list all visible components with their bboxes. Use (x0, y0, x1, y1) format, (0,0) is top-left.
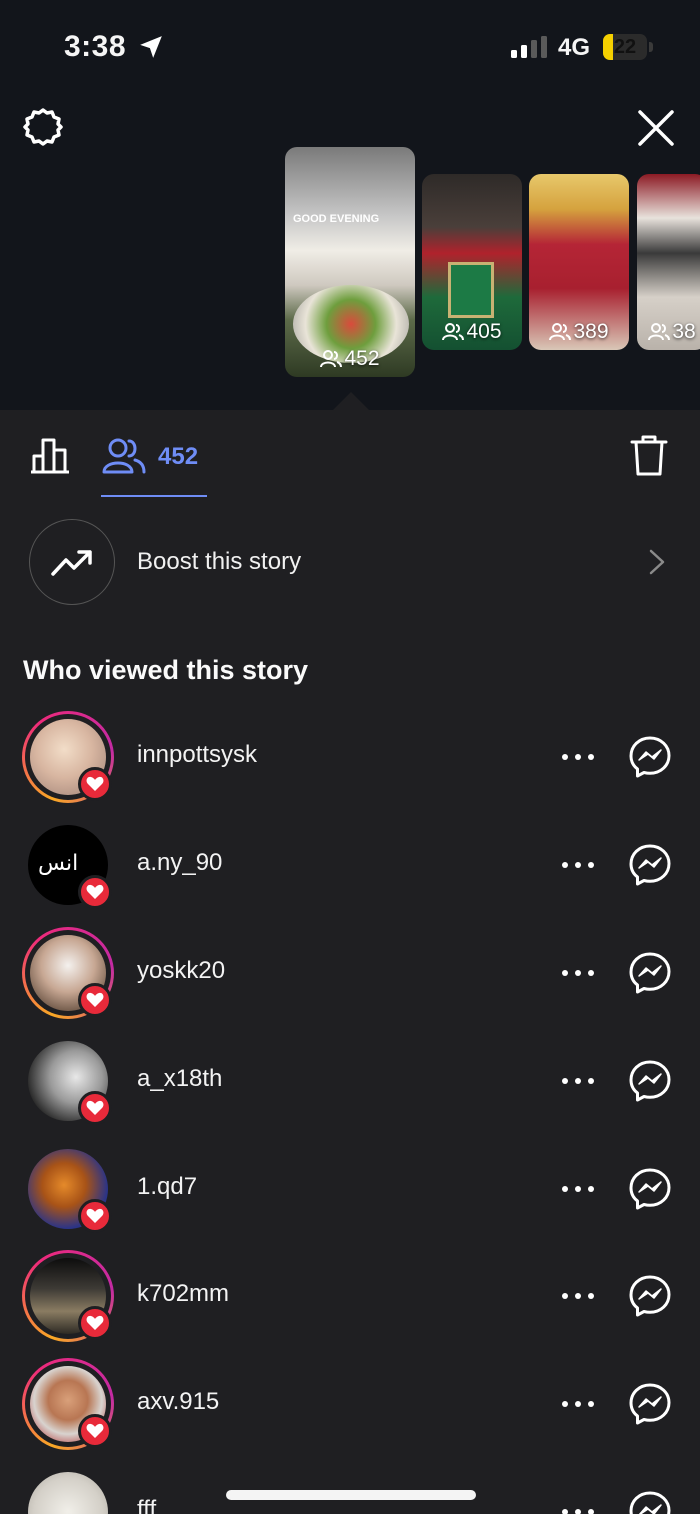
messenger-icon[interactable] (628, 1167, 672, 1211)
viewer-username: a_x18th (137, 1065, 223, 1092)
story-views-label: 452 (344, 347, 380, 370)
trash-icon[interactable] (630, 434, 668, 476)
story-views-label: 38 (672, 320, 696, 343)
close-icon[interactable] (636, 108, 676, 148)
story-thumbnail-selected[interactable]: GOOD EVENING 452 (285, 147, 415, 377)
heart-icon (86, 992, 104, 1007)
messenger-icon[interactable] (628, 1059, 672, 1103)
trending-up-icon (51, 550, 92, 576)
selected-story-pointer (333, 392, 369, 410)
like-heart-badge (78, 767, 112, 801)
active-tab-underline (101, 495, 207, 497)
story-header: 3:38 4G 22 GOOD EVENING 452 405 389 38 (0, 0, 700, 410)
story-views-label: 405 (466, 320, 502, 343)
story-image (448, 262, 494, 318)
viewer-row[interactable]: انس a.ny_90 (0, 819, 700, 915)
more-options-icon[interactable] (560, 1071, 596, 1091)
story-view-count: 452 (285, 347, 415, 371)
battery-percent: 22 (613, 36, 637, 58)
viewer-username: 1.qd7 (137, 1173, 198, 1200)
status-time: 3:38 (64, 30, 127, 63)
viewer-username: innpottsysk (137, 741, 258, 768)
messenger-icon[interactable] (628, 951, 672, 995)
viewer-username: axv.915 (137, 1388, 220, 1415)
viewer-row[interactable]: 1.qd7 (0, 1143, 700, 1239)
heart-icon (86, 1315, 104, 1330)
viewers-icon (102, 438, 146, 474)
settings-gear-icon[interactable] (22, 106, 64, 148)
heart-icon (86, 1423, 104, 1438)
like-heart-badge (78, 1199, 112, 1233)
boost-label: Boost this story (137, 548, 302, 575)
avatar-logo-text: انس (38, 851, 79, 876)
cellular-signal-icon (511, 36, 547, 58)
avatar[interactable] (22, 1143, 114, 1235)
home-indicator (226, 1490, 476, 1500)
story-view-count: 405 (422, 320, 522, 344)
like-heart-badge (78, 1091, 112, 1125)
story-thumbnail[interactable]: 38 (637, 174, 700, 350)
tab-viewers[interactable]: 452 (100, 436, 210, 496)
messenger-icon[interactable] (628, 735, 672, 779)
avatar[interactable] (22, 927, 114, 1019)
avatar[interactable] (22, 1358, 114, 1450)
boost-icon-circle (29, 519, 115, 605)
viewers-icon (648, 323, 671, 341)
avatar[interactable] (22, 1250, 114, 1342)
viewer-row[interactable]: a_x18th (0, 1035, 700, 1131)
avatar[interactable] (22, 1035, 114, 1127)
status-bar: 3:38 4G 22 (0, 0, 700, 95)
viewer-row[interactable]: innpottsysk (0, 711, 700, 807)
like-heart-badge (78, 1414, 112, 1448)
story-views-label: 389 (573, 320, 609, 343)
more-options-icon[interactable] (560, 963, 596, 983)
location-arrow-icon (140, 36, 162, 58)
heart-icon (86, 884, 104, 899)
battery-icon: 22 (603, 34, 653, 60)
heart-icon (86, 1208, 104, 1223)
more-options-icon[interactable] (560, 1286, 596, 1306)
viewers-icon (442, 323, 465, 341)
bar-chart-icon[interactable] (28, 434, 72, 474)
avatar[interactable]: انس (22, 819, 114, 911)
avatar[interactable] (22, 711, 114, 803)
viewer-username: yoskk20 (137, 957, 226, 984)
viewer-row[interactable]: k702mm (0, 1250, 700, 1346)
heart-icon (86, 1100, 104, 1115)
viewer-row[interactable]: axv.915 (0, 1358, 700, 1454)
more-options-icon[interactable] (560, 1179, 596, 1199)
story-caption: GOOD EVENING (293, 213, 380, 225)
like-heart-badge (78, 1306, 112, 1340)
story-view-count: 389 (529, 320, 629, 344)
viewer-username: k702mm (137, 1280, 230, 1307)
network-type: 4G (558, 34, 591, 61)
messenger-icon[interactable] (628, 843, 672, 887)
more-options-icon[interactable] (560, 855, 596, 875)
viewers-icon (320, 350, 343, 368)
more-options-icon[interactable] (560, 1394, 596, 1414)
heart-icon (86, 776, 104, 791)
like-heart-badge (78, 875, 112, 909)
section-title: Who viewed this story (23, 655, 309, 685)
avatar-image (28, 1472, 108, 1514)
messenger-icon[interactable] (628, 1274, 672, 1318)
chevron-right-icon (649, 549, 665, 575)
viewer-row[interactable]: yoskk20 (0, 927, 700, 1023)
viewers-icon (549, 323, 572, 341)
story-view-count: 38 (637, 320, 700, 344)
viewer-username: a.ny_90 (137, 849, 223, 876)
more-options-icon[interactable] (560, 1502, 596, 1514)
messenger-icon[interactable] (628, 1382, 672, 1426)
more-options-icon[interactable] (560, 747, 596, 767)
messenger-icon[interactable] (628, 1490, 672, 1514)
viewer-username: fff (137, 1496, 157, 1514)
viewers-count: 452 (158, 443, 199, 470)
boost-story-row[interactable]: Boost this story (0, 518, 700, 606)
like-heart-badge (78, 983, 112, 1017)
story-thumbnail[interactable]: 389 (529, 174, 629, 350)
story-thumbnail[interactable]: 405 (422, 174, 522, 350)
avatar[interactable] (22, 1466, 114, 1514)
